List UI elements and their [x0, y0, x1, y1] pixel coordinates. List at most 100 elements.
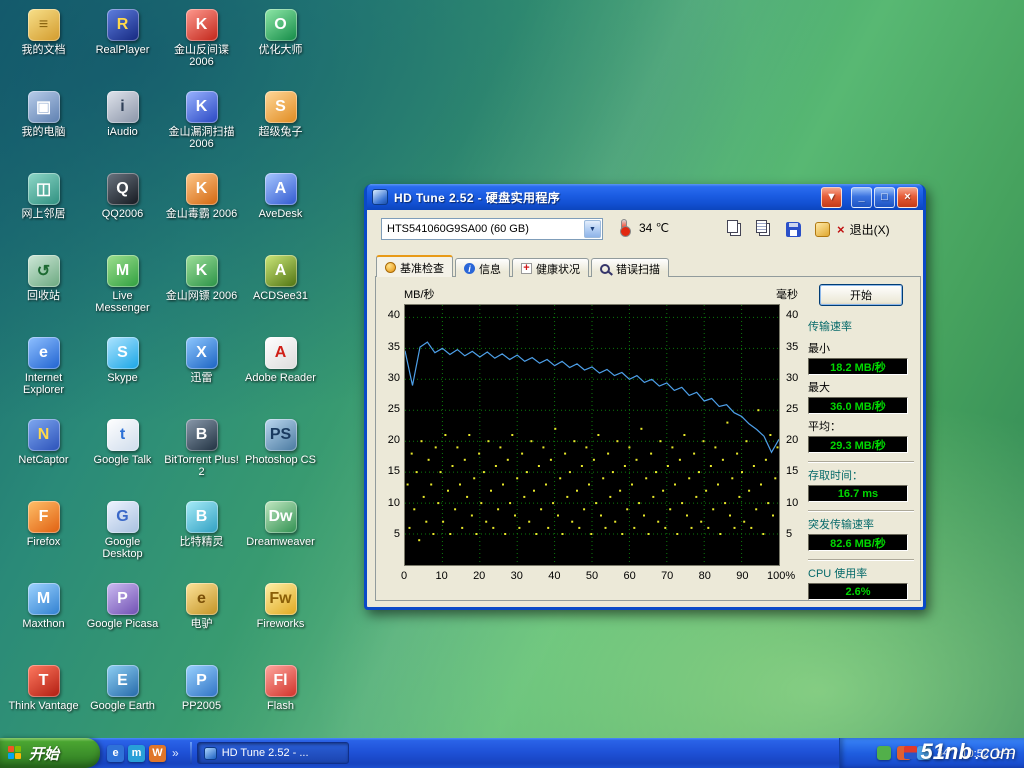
avedesk-icon: A	[265, 173, 297, 205]
chart-canvas	[405, 305, 779, 565]
tray-icon-1[interactable]	[877, 746, 891, 760]
tab-strip: 基准检查 i 信息 + 健康状况 错误扫描	[376, 255, 671, 277]
desktop-icon-firefox[interactable]: FFirefox	[4, 496, 83, 578]
transfer-rate-header: 传输速率	[808, 318, 914, 334]
quick-launch-media-player-icon[interactable]: W	[149, 745, 166, 762]
axis-tick-label: 0	[391, 570, 417, 582]
tab-benchmark-label: 基准检查	[400, 260, 444, 276]
watermark: 51nb .com	[904, 739, 1016, 765]
copy-text-icon	[756, 220, 767, 233]
options-icon	[815, 222, 830, 237]
desktop-icon-adobe-reader[interactable]: AAdobe Reader	[241, 332, 320, 414]
quick-launch-chevron-icon[interactable]: »	[170, 746, 181, 760]
desktop-icon-netcaptor[interactable]: NNetCaptor	[4, 414, 83, 496]
desktop-icon-qq2006[interactable]: QQQ2006	[83, 168, 162, 250]
desktop-icon-label: Skype	[107, 372, 138, 384]
iaudio-icon: i	[107, 91, 139, 123]
desktop-icon-kingsoft-vulnscan[interactable]: K金山漏洞扫描 2006	[162, 86, 241, 168]
desktop-icon-google-picasa[interactable]: PGoogle Picasa	[83, 578, 162, 660]
desktop-icon-my-computer[interactable]: ▣ 我的电脑	[4, 86, 83, 168]
desktop-icon-label: QQ2006	[102, 208, 144, 220]
tab-benchmark[interactable]: 基准检查	[376, 255, 453, 277]
desktop-icon-kingsoft-antispy[interactable]: K金山反间谍 2006	[162, 4, 241, 86]
desktop-icon-emule[interactable]: e电驴	[162, 578, 241, 660]
desktop-icon-youhua-dashi[interactable]: O优化大师	[241, 4, 320, 86]
desktop-icon-my-documents[interactable]: ≡我的文档	[4, 4, 83, 86]
desktop-icon-fireworks[interactable]: FwFireworks	[241, 578, 320, 660]
tab-info[interactable]: i 信息	[455, 258, 510, 277]
quick-launch-maxthon-icon[interactable]: m	[128, 745, 145, 762]
minimize-button[interactable]: _	[851, 187, 872, 208]
axis-tick-label: 5	[376, 528, 400, 540]
desktop-icon-kingsoft-antivirus[interactable]: K金山毒霸 2006	[162, 168, 241, 250]
axis-tick-label: 25	[376, 403, 400, 415]
copy-image-button[interactable]	[723, 217, 747, 241]
desktop-icon-label: AveDesk	[259, 208, 303, 220]
separator	[808, 461, 914, 463]
axis-tick-label: 30	[376, 372, 400, 384]
desktop-icon-label: 我的电脑	[22, 126, 66, 138]
desktop-icon-recycle-bin[interactable]: ↺回收站	[4, 250, 83, 332]
realplayer-icon: R	[107, 9, 139, 41]
quick-launch-internet-explorer-icon[interactable]: e	[107, 745, 124, 762]
axis-tick-label: 100%	[767, 570, 793, 582]
desktop-icon-think-vantage[interactable]: TThink Vantage	[4, 660, 83, 742]
axis-tick-label: 40	[786, 309, 816, 321]
desktop-icon-bittorrent-plus[interactable]: BBitTorrent Plus! 2	[162, 414, 241, 496]
tab-error-scan[interactable]: 错误扫描	[591, 258, 669, 277]
fireworks-icon: Fw	[265, 583, 297, 615]
desktop-icon-realplayer[interactable]: RRealPlayer	[83, 4, 162, 86]
drive-select[interactable]: HTS541060G9SA00 (60 GB) ▼	[381, 218, 603, 240]
watermark-name: 51nb	[920, 739, 971, 765]
desktop-icon-flash[interactable]: FlFlash	[241, 660, 320, 742]
desktop-icon-iaudio[interactable]: iiAudio	[83, 86, 162, 168]
desktop-icon-bitspirit[interactable]: B比特精灵	[162, 496, 241, 578]
task-button-hdtune[interactable]: HD Tune 2.52 - ...	[197, 742, 349, 764]
firefox-icon: F	[28, 501, 60, 533]
save-screenshot-button[interactable]	[781, 217, 805, 241]
desktop-icon-thunder[interactable]: X迅雷	[162, 332, 241, 414]
options-button[interactable]	[810, 217, 834, 241]
tab-health[interactable]: + 健康状况	[512, 258, 589, 277]
desktop-icon-label: Dreamweaver	[246, 536, 314, 548]
desktop-icon-internet-explorer[interactable]: eInternet Explorer	[4, 332, 83, 414]
desktop-icon-google-earth[interactable]: EGoogle Earth	[83, 660, 162, 742]
desktop-icon-label: 金山网镖 2006	[166, 290, 238, 302]
burst-rate-label: 突发传输速率	[808, 516, 914, 532]
exit-button[interactable]: × 退出(X)	[837, 221, 890, 238]
axis-tick-label: 10	[786, 497, 816, 509]
thunder-icon: X	[186, 337, 218, 369]
my-computer-icon: ▣	[28, 91, 60, 123]
desktop-icon-dreamweaver[interactable]: DwDreamweaver	[241, 496, 320, 578]
desktop-icon-google-desktop[interactable]: GGoogle Desktop	[83, 496, 162, 578]
axis-tick-label: 30	[786, 372, 816, 384]
minimize-to-tray-button[interactable]: ▼	[821, 187, 842, 208]
adobe-reader-icon: A	[265, 337, 297, 369]
maximize-button[interactable]: □	[874, 187, 895, 208]
desktop-icon-pp2005[interactable]: PPP2005	[162, 660, 241, 742]
desktop-icon-label: Internet Explorer	[6, 372, 82, 396]
max-transfer-rate-value: 36.0 MB/秒	[808, 397, 908, 414]
desktop-icon-live-messenger[interactable]: MLive Messenger	[83, 250, 162, 332]
desktop-icon-kingsoft-firewall[interactable]: K金山网镖 2006	[162, 250, 241, 332]
desktop-icon-avedesk[interactable]: A AveDesk	[241, 168, 320, 250]
desktop-icon-google-talk[interactable]: tGoogle Talk	[83, 414, 162, 496]
photoshop-cs-icon: PS	[265, 419, 297, 451]
desktop-icon-my-network-places[interactable]: ◫网上邻居	[4, 168, 83, 250]
info-icon: i	[464, 263, 475, 274]
close-button[interactable]: ×	[897, 187, 918, 208]
desktop-icon-maxthon[interactable]: MMaxthon	[4, 578, 83, 660]
copy-text-button[interactable]	[752, 217, 776, 241]
start-button[interactable]: 开始	[0, 738, 100, 768]
start-benchmark-button[interactable]: 开始	[819, 284, 903, 306]
combo-dropdown-icon[interactable]: ▼	[584, 220, 601, 238]
pp2005-icon: P	[186, 665, 218, 697]
desktop-icon-photoshop-cs[interactable]: PSPhotoshop CS	[241, 414, 320, 496]
window-title: HD Tune 2.52 - 硬盘实用程序	[394, 189, 819, 206]
live-messenger-icon: M	[107, 255, 139, 287]
titlebar[interactable]: HD Tune 2.52 - 硬盘实用程序 ▼ _ □ ×	[367, 184, 923, 210]
desktop-icon-super-rabbit[interactable]: S超级兔子	[241, 86, 320, 168]
google-picasa-icon: P	[107, 583, 139, 615]
desktop-icon-acdsee31[interactable]: AACDSee31	[241, 250, 320, 332]
desktop-icon-skype[interactable]: SSkype	[83, 332, 162, 414]
